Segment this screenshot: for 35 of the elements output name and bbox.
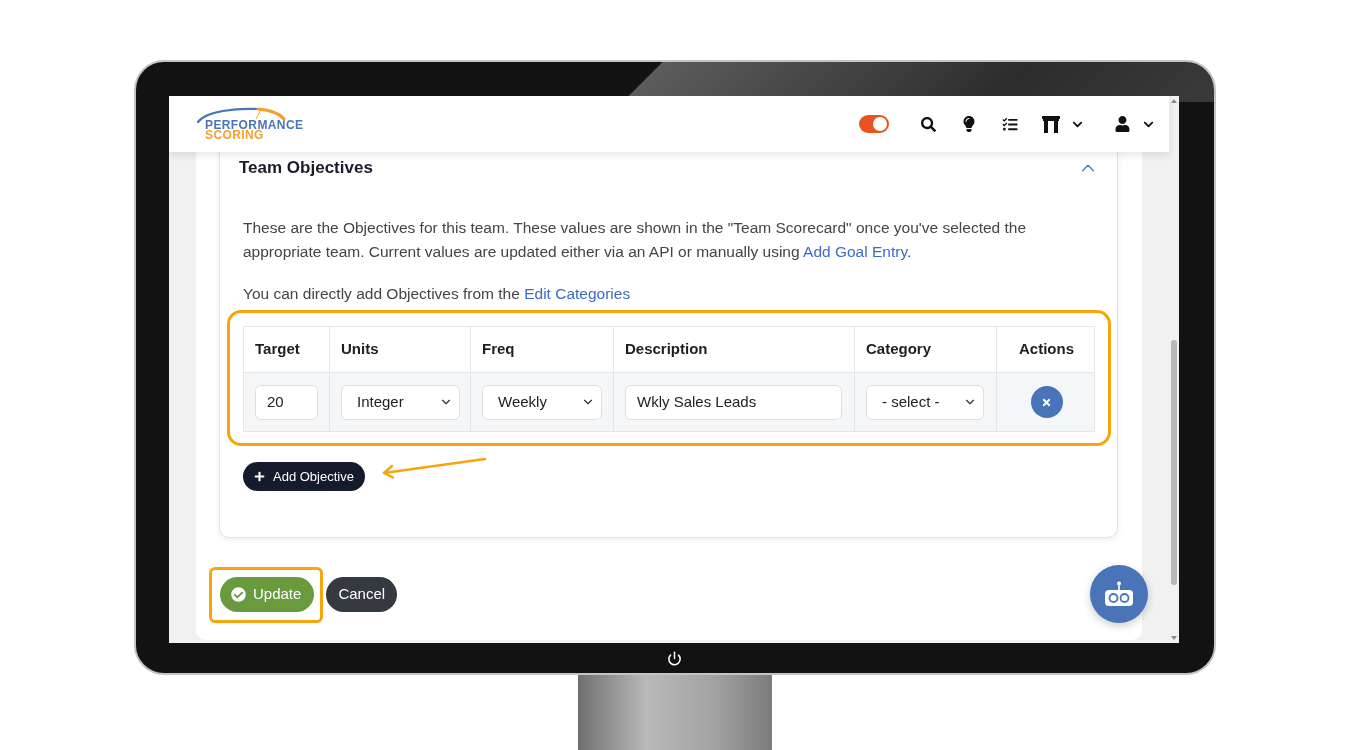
- user-icon[interactable]: [1115, 116, 1130, 132]
- delete-button[interactable]: [1030, 386, 1063, 418]
- column-header: Category: [866, 339, 932, 360]
- logo-subtext: SCORING: [205, 130, 264, 140]
- logo-text: PERFORMANCE: [205, 120, 305, 130]
- frequency-select[interactable]: Weekly: [482, 384, 602, 420]
- add-objective-button[interactable]: Add Objective: [243, 462, 365, 491]
- toggle-switch[interactable]: [859, 115, 889, 133]
- edit-categories-link[interactable]: Edit Categories: [524, 285, 631, 302]
- scrollbar[interactable]: [1169, 96, 1179, 643]
- column-header: Actions: [1019, 339, 1074, 360]
- plus-icon: [254, 471, 265, 482]
- units-select[interactable]: Integer: [341, 384, 460, 420]
- description-input[interactable]: Wkly Sales Leads: [625, 384, 842, 420]
- column-header: Units: [341, 339, 379, 360]
- add-goal-entry-link[interactable]: Add Goal Entry: [803, 243, 908, 260]
- scroll-up-icon[interactable]: [1171, 99, 1177, 103]
- scrollbar-thumb[interactable]: [1171, 340, 1177, 585]
- section-title: Team Objectives: [239, 157, 373, 180]
- target-input[interactable]: 20: [255, 384, 318, 420]
- category-select[interactable]: - select -: [866, 384, 984, 420]
- x-icon: [1041, 396, 1052, 408]
- column-header: Target: [255, 339, 300, 360]
- cancel-button[interactable]: Cancel: [326, 577, 398, 612]
- column-header: Freq: [482, 339, 515, 360]
- robot-icon: [1104, 581, 1134, 607]
- search-icon[interactable]: [921, 116, 936, 132]
- column-header: Description: [625, 339, 708, 360]
- arch-icon[interactable]: [1042, 115, 1060, 133]
- lightbulb-icon[interactable]: [963, 116, 975, 132]
- intro-text: These are the Objectives for this team. These values are shown in the "Team Scorecard" once you've selected the appropriate team. Current values are updated either via an API or manually using Add Goal Entry.: [243, 218, 1028, 262]
- note-text: You can directly add Objectives from the Edit Categories: [243, 284, 632, 304]
- power-icon[interactable]: [666, 650, 682, 666]
- checklist-icon[interactable]: [1002, 116, 1018, 132]
- scroll-down-icon[interactable]: [1171, 636, 1177, 640]
